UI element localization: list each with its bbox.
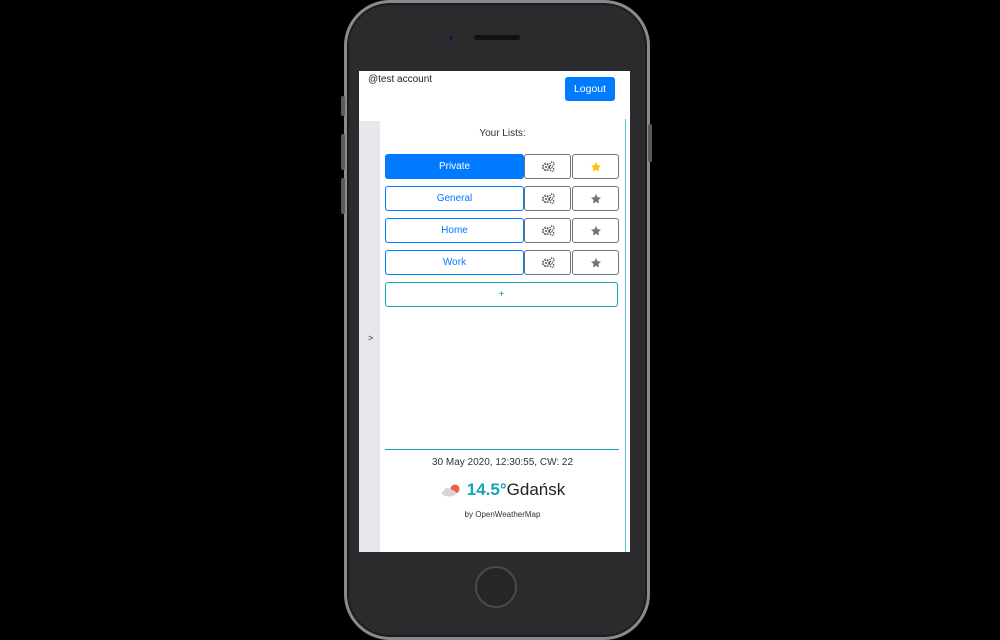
temperature: 14.5° (466, 480, 507, 499)
weather-widget: 14.5° Gdańsk (380, 478, 625, 502)
star-icon (590, 257, 601, 268)
list-row-work: Work (385, 250, 619, 275)
list-button-home[interactable]: Home (385, 218, 524, 243)
list-settings-button[interactable] (524, 186, 571, 211)
partly-cloudy-icon (441, 484, 460, 497)
home-button (475, 566, 517, 608)
logout-button[interactable]: Logout (565, 77, 615, 101)
list-favorite-button[interactable] (572, 218, 619, 243)
power-button (648, 124, 652, 162)
list-button-private[interactable]: Private (385, 154, 524, 179)
list-settings-button[interactable] (524, 218, 571, 243)
list-favorite-button[interactable] (572, 250, 619, 275)
list-favorite-button[interactable] (572, 154, 619, 179)
lists-title: Your Lists: (479, 128, 526, 139)
list-button-work[interactable]: Work (385, 250, 524, 275)
sidebar-toggle[interactable]: > (359, 121, 380, 552)
list-settings-button[interactable] (524, 250, 571, 275)
star-icon (590, 161, 601, 172)
mute-switch (341, 96, 345, 116)
lists-panel: Your Lists: Private General Home Work + … (380, 119, 626, 552)
cogs-icon (541, 161, 555, 172)
star-icon (590, 193, 601, 204)
sidebar-toggle-label: > (368, 333, 374, 343)
list-favorite-button[interactable] (572, 186, 619, 211)
date-time-display: 30 May 2020, 12:30:55, CW: 22 (431, 457, 573, 468)
earpiece-speaker (474, 35, 520, 40)
star-icon (590, 225, 601, 236)
front-camera (447, 34, 455, 42)
volume-up-button (341, 134, 345, 170)
add-list-button[interactable]: + (385, 282, 618, 307)
footer-divider (385, 449, 619, 450)
volume-down-button (341, 178, 345, 214)
cogs-icon (541, 225, 555, 236)
list-row-private: Private (385, 154, 619, 179)
top-bar: @test account Logout (359, 71, 630, 119)
list-button-general[interactable]: General (385, 186, 524, 211)
weather-attribution: by OpenWeatherMap (464, 510, 541, 519)
city-name: Gdańsk (506, 480, 566, 499)
app-screen: @test account Logout > Your Lists: Priva… (359, 71, 630, 552)
account-name: @test account (368, 74, 433, 85)
list-settings-button[interactable] (524, 154, 571, 179)
cogs-icon (541, 193, 555, 204)
cogs-icon (541, 257, 555, 268)
list-row-home: Home (385, 218, 619, 243)
list-row-general: General (385, 186, 619, 211)
